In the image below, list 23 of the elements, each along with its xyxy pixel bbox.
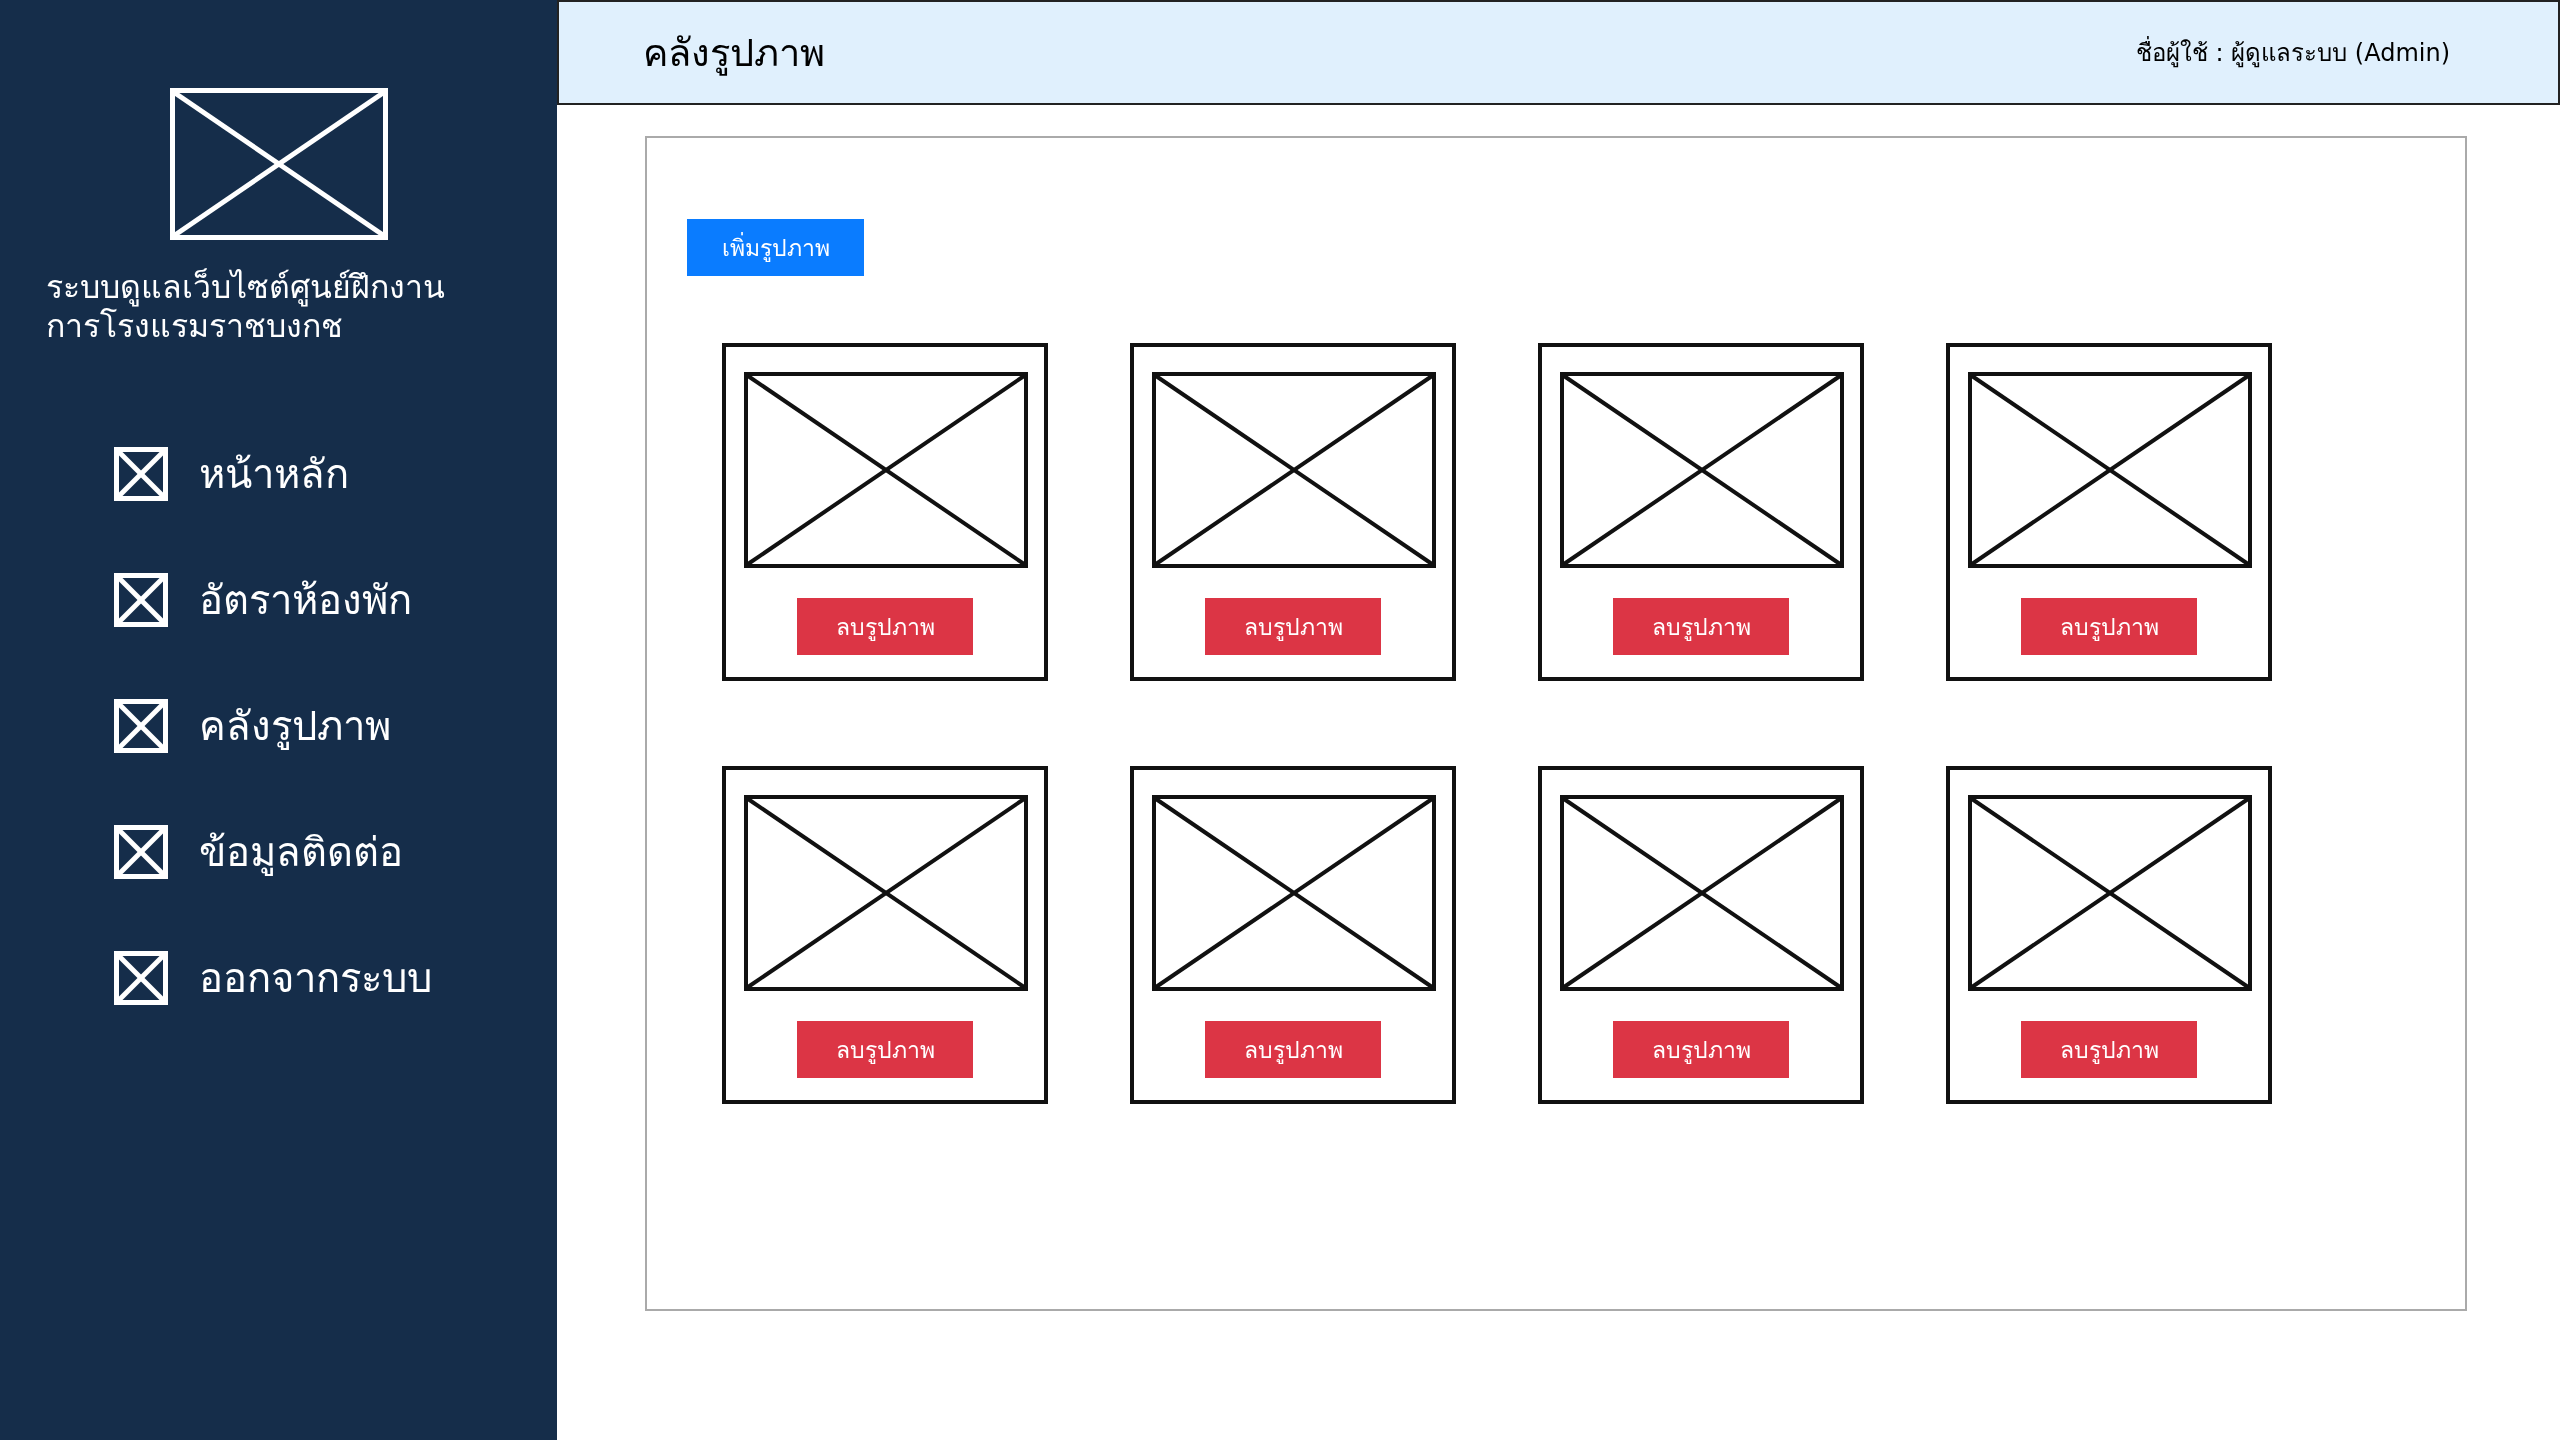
logo-placeholder-icon <box>169 88 388 240</box>
nav-item[interactable]: หน้าหลัก <box>114 442 432 506</box>
nav-item[interactable]: อัตราห้องพัก <box>114 568 432 632</box>
user-label: ชื่อผู้ใช้ : ผู้ดูแลระบบ (Admin) <box>2135 33 2450 72</box>
placeholder-icon <box>114 699 168 753</box>
page-title: คลังรูปภาพ <box>643 30 825 78</box>
delete-image-button[interactable]: ลบรูปภาพ <box>797 598 973 655</box>
delete-image-button[interactable]: ลบรูปภาพ <box>2021 598 2197 655</box>
delete-image-button[interactable]: ลบรูปภาพ <box>1613 598 1789 655</box>
placeholder-icon <box>114 447 168 501</box>
system-title: ระบบดูแลเว็บไซต์ศูนย์ฝึกงานการโรงแรมราชบงกช <box>46 268 446 346</box>
nav-item[interactable]: ข้อมูลติดต่อ <box>114 820 432 884</box>
placeholder-icon <box>114 573 168 627</box>
nav-item[interactable]: คลังรูปภาพ <box>114 694 432 758</box>
nav-item[interactable]: ออกจากระบบ <box>114 946 432 1010</box>
add-image-button[interactable]: เพิ่มรูปภาพ <box>687 219 864 276</box>
delete-image-button[interactable]: ลบรูปภาพ <box>2021 1021 2197 1078</box>
delete-image-button[interactable]: ลบรูปภาพ <box>797 1021 973 1078</box>
delete-image-button[interactable]: ลบรูปภาพ <box>1613 1021 1789 1078</box>
delete-image-button[interactable]: ลบรูปภาพ <box>1205 1021 1381 1078</box>
placeholder-icon <box>114 951 168 1005</box>
delete-image-button[interactable]: ลบรูปภาพ <box>1205 598 1381 655</box>
placeholder-icon <box>114 825 168 879</box>
